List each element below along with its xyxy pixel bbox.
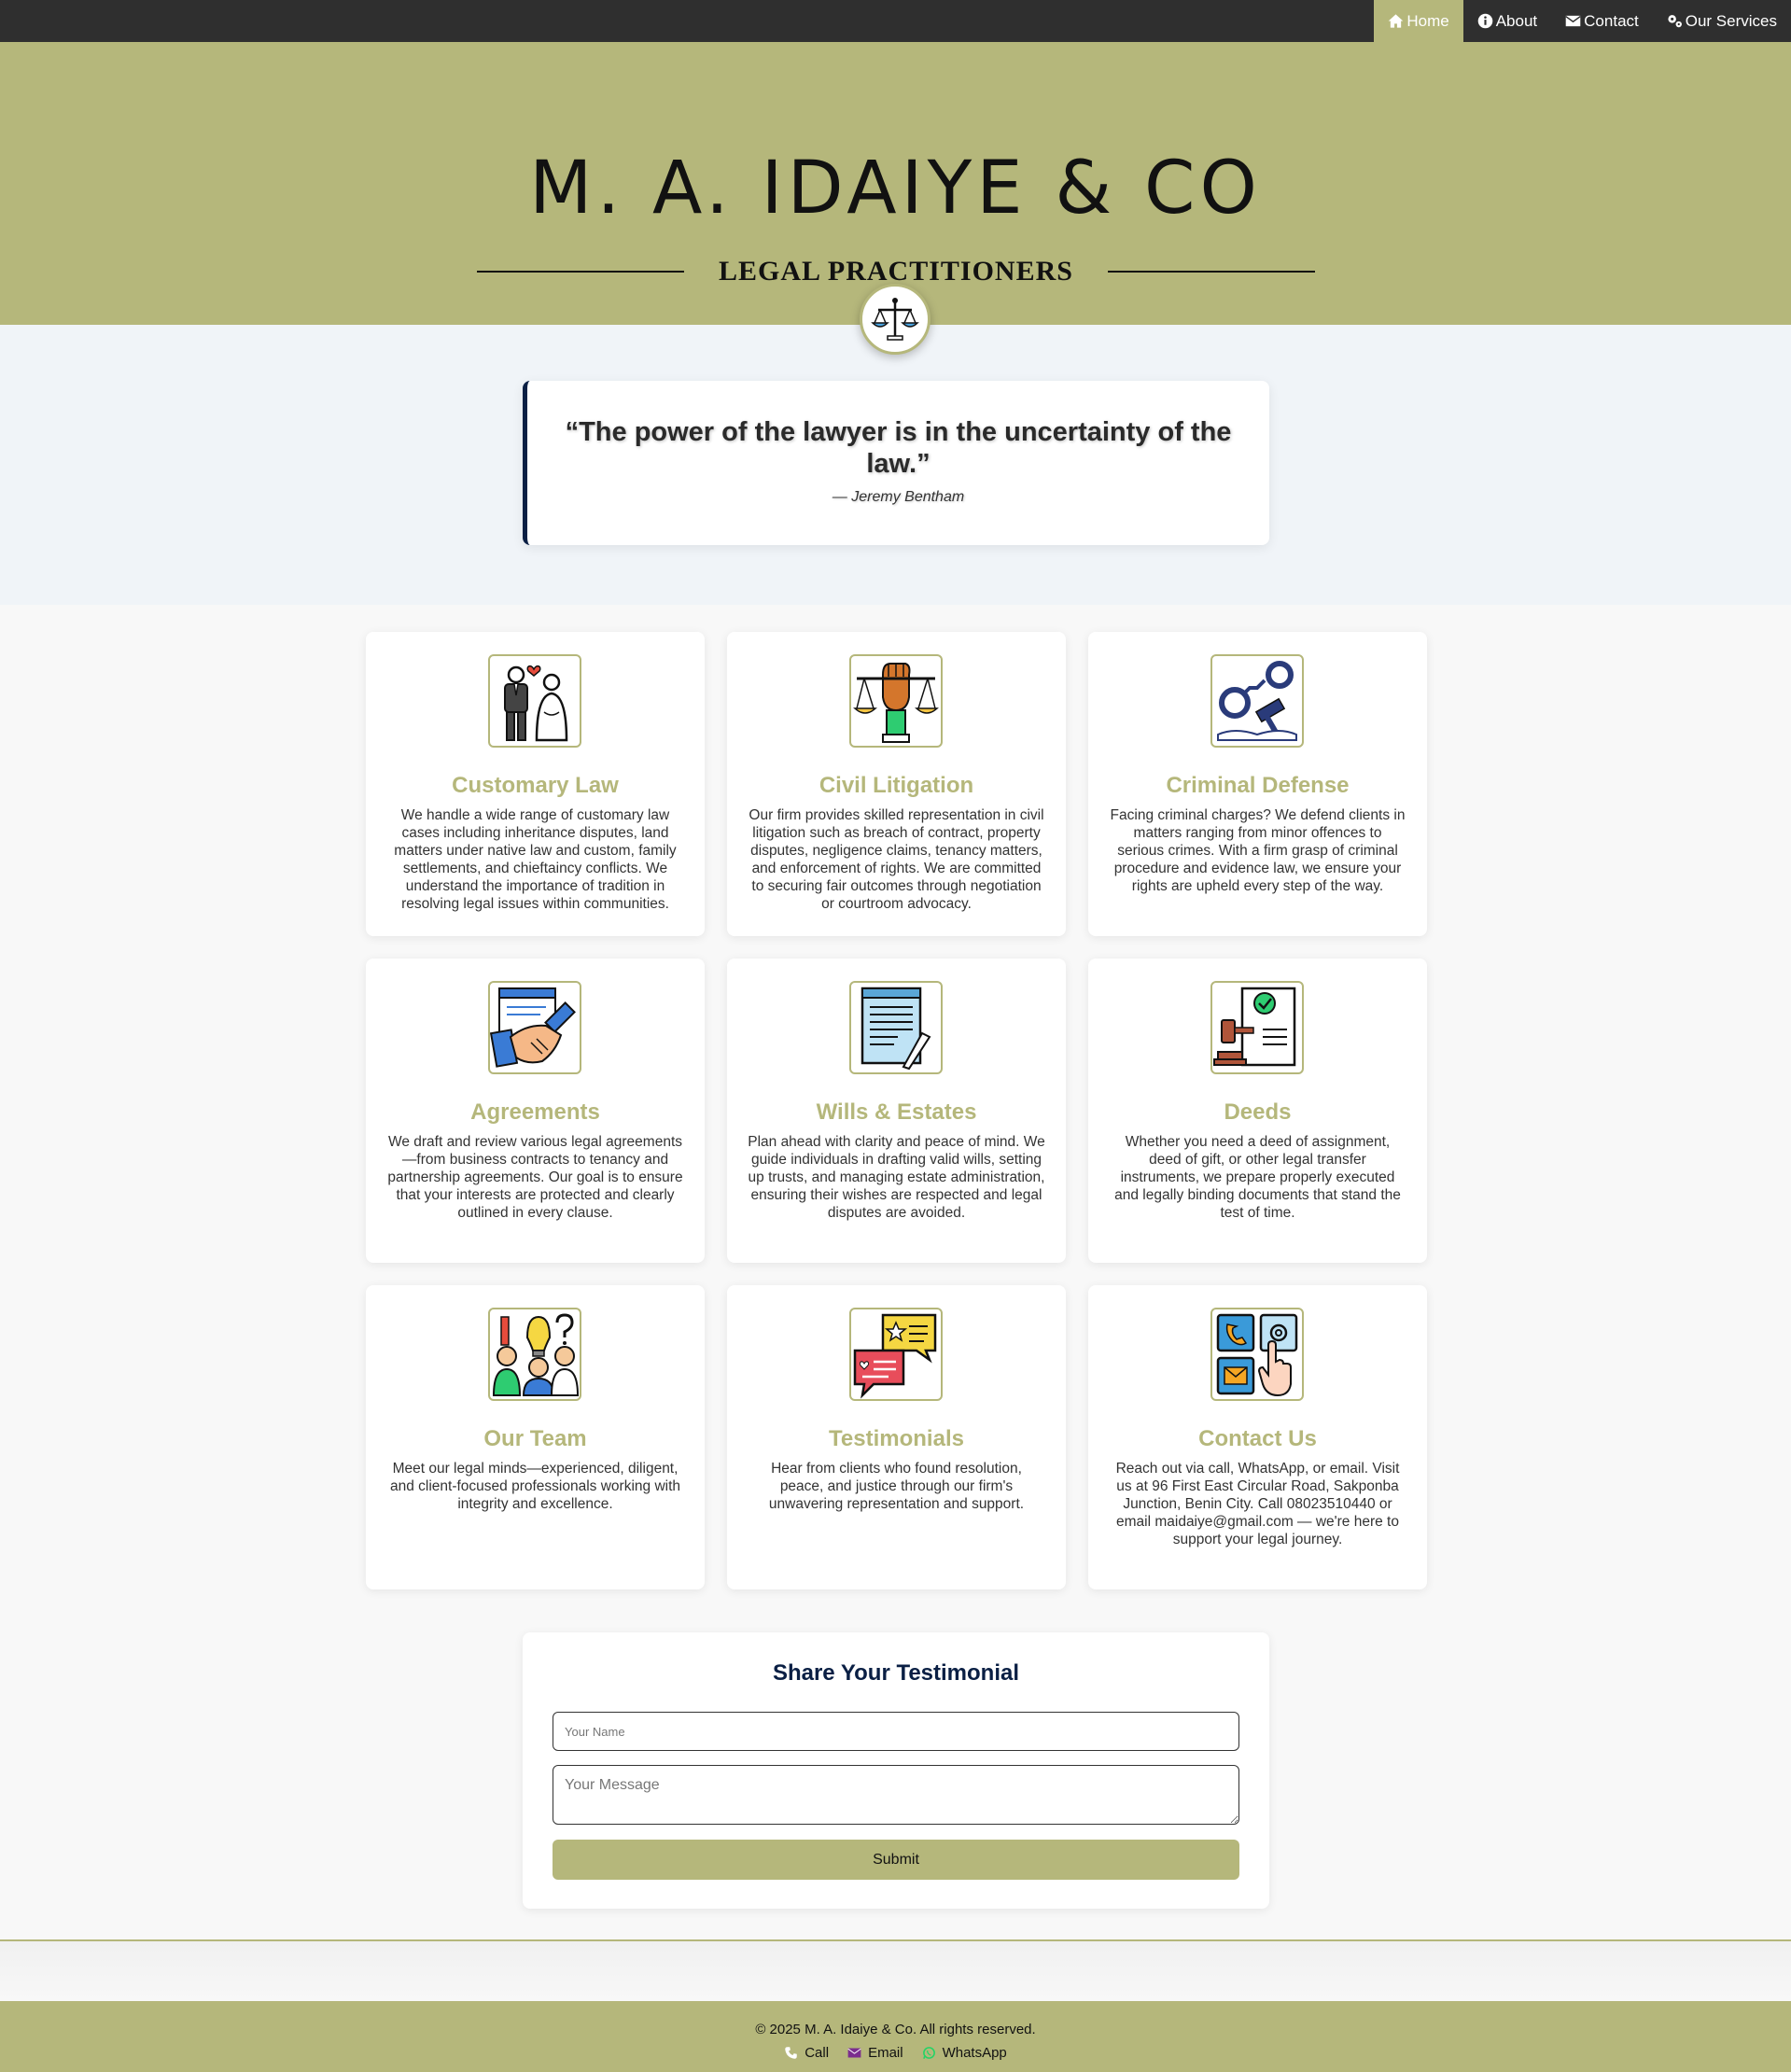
card-icon-frame <box>1210 1308 1304 1401</box>
scales-badge <box>860 284 930 355</box>
service-card-criminal-defense[interactable]: Criminal Defense Facing criminal charges… <box>1088 632 1427 936</box>
name-input[interactable] <box>553 1712 1239 1751</box>
whatsapp-link[interactable]: WhatsApp <box>922 2045 1007 2061</box>
card-description: Plan ahead with clarity and peace of min… <box>748 1134 1045 1221</box>
nav-item-home[interactable]: Home <box>1374 0 1463 42</box>
quote-card: “The power of the lawyer is in the uncer… <box>523 381 1269 545</box>
service-card-our-team[interactable]: Our Team Meet our legal minds—experience… <box>366 1285 705 1589</box>
divider-line <box>1107 271 1315 273</box>
card-title: Our Team <box>483 1426 587 1451</box>
contact-tiles-icon <box>1216 1313 1298 1397</box>
quote-author: — Jeremy Bentham <box>832 489 965 505</box>
card-title: Deeds <box>1224 1099 1292 1125</box>
email-link[interactable]: Email <box>847 2045 903 2061</box>
envelope-icon <box>847 2048 861 2058</box>
card-icon-frame <box>849 654 943 748</box>
firm-name: M. A. IDAIYE & CO <box>529 147 1262 231</box>
phone-icon <box>785 2047 797 2059</box>
footer-link-label: WhatsApp <box>942 2045 1007 2061</box>
footer-links: Call Email WhatsApp <box>0 2045 1791 2061</box>
tagline: LEGAL PRACTITIONERS <box>719 256 1073 287</box>
service-card-wills-estates[interactable]: Wills & Estates Plan ahead with clarity … <box>727 959 1066 1263</box>
card-icon-frame <box>849 1308 943 1401</box>
quote-text: “The power of the lawyer is in the uncer… <box>565 417 1232 479</box>
service-card-deeds[interactable]: Deeds Whether you need a deed of assignm… <box>1088 959 1427 1263</box>
card-icon-frame <box>488 1308 581 1401</box>
card-description: Our firm provides skilled representation… <box>749 807 1044 912</box>
card-description: Meet our legal minds—experienced, dilige… <box>389 1461 681 1512</box>
service-card-testimonials[interactable]: Testimonials Hear from clients who found… <box>727 1285 1066 1589</box>
nav-item-label: Home <box>1406 11 1449 30</box>
call-link[interactable]: Call <box>784 2045 829 2061</box>
nav-item-services[interactable]: Our Services <box>1653 0 1791 42</box>
nav-item-about[interactable]: About <box>1463 0 1551 42</box>
card-description: We handle a wide range of customary law … <box>394 807 677 912</box>
card-title: Testimonials <box>829 1426 964 1451</box>
card-title: Wills & Estates <box>816 1099 977 1125</box>
team-idea-icon <box>492 1313 580 1396</box>
form-title: Share Your Testimonial <box>772 1660 1020 1686</box>
card-description: Hear from clients who found resolution, … <box>768 1461 1025 1512</box>
submit-button[interactable]: Submit <box>553 1840 1239 1880</box>
couple-heart-icon <box>504 665 568 742</box>
card-title: Contact Us <box>1198 1426 1317 1451</box>
document-pen-icon <box>861 987 931 1071</box>
service-card-agreements[interactable]: Agreements We draft and review various l… <box>366 959 705 1263</box>
copyright-text: © 2025 M. A. Idaiye & Co. All rights res… <box>755 2022 1036 2037</box>
chat-bubbles-icon <box>853 1313 937 1399</box>
nav-item-label: Contact <box>1584 11 1639 30</box>
scales-of-justice-icon <box>871 298 919 341</box>
card-title: Agreements <box>470 1099 600 1125</box>
gears-icon <box>1668 15 1682 28</box>
info-icon <box>1477 13 1493 29</box>
spacer <box>0 1941 1791 2001</box>
testimonial-form: Share Your Testimonial Submit <box>523 1632 1269 1909</box>
card-icon-frame <box>488 981 581 1074</box>
card-description: Whether you need a deed of assignment, d… <box>1114 1134 1401 1221</box>
card-icon-frame <box>1210 981 1304 1074</box>
nav-item-label: Our Services <box>1685 11 1777 30</box>
card-icon-frame <box>1210 654 1304 748</box>
nav-item-contact[interactable]: Contact <box>1551 0 1653 42</box>
gavel-certificate-icon <box>1213 987 1296 1067</box>
card-title: Civil Litigation <box>819 773 974 798</box>
card-description: We draft and review various legal agreem… <box>387 1134 683 1221</box>
card-description: Facing criminal charges? We defend clien… <box>1110 807 1406 894</box>
divider-line <box>477 271 685 273</box>
top-navbar: Home About Contact Our Services <box>0 0 1791 42</box>
footer: © 2025 M. A. Idaiye & Co. All rights res… <box>0 2001 1791 2072</box>
handcuffs-gavel-icon <box>1217 661 1297 741</box>
card-title: Criminal Defense <box>1166 773 1350 798</box>
whatsapp-icon <box>922 2047 935 2059</box>
envelope-icon <box>1565 15 1581 27</box>
card-description: Reach out via call, WhatsApp, or email. … <box>1115 1461 1400 1547</box>
home-icon <box>1389 14 1404 28</box>
card-icon-frame <box>488 654 581 748</box>
footer-link-label: Call <box>805 2045 830 2061</box>
card-title: Customary Law <box>452 773 619 798</box>
quote-section: “The power of the lawyer is in the uncer… <box>0 325 1791 605</box>
fist-scales-icon <box>853 663 939 743</box>
card-icon-frame <box>849 981 943 1074</box>
nav-item-label: About <box>1495 11 1538 30</box>
service-card-civil-litigation[interactable]: Civil Litigation Our firm provides skill… <box>727 632 1066 936</box>
message-input[interactable] <box>553 1765 1239 1825</box>
service-card-contact-us[interactable]: Contact Us Reach out via call, WhatsApp,… <box>1088 1285 1427 1589</box>
footer-link-label: Email <box>868 2045 903 2061</box>
hero-banner: M. A. IDAIYE & CO LEGAL PRACTITIONERS <box>0 42 1791 325</box>
nav-menu: Home About Contact Our Services <box>1374 0 1791 42</box>
service-card-customary-law[interactable]: Customary Law We handle a wide range of … <box>366 632 705 936</box>
handshake-contract-icon <box>490 987 576 1068</box>
